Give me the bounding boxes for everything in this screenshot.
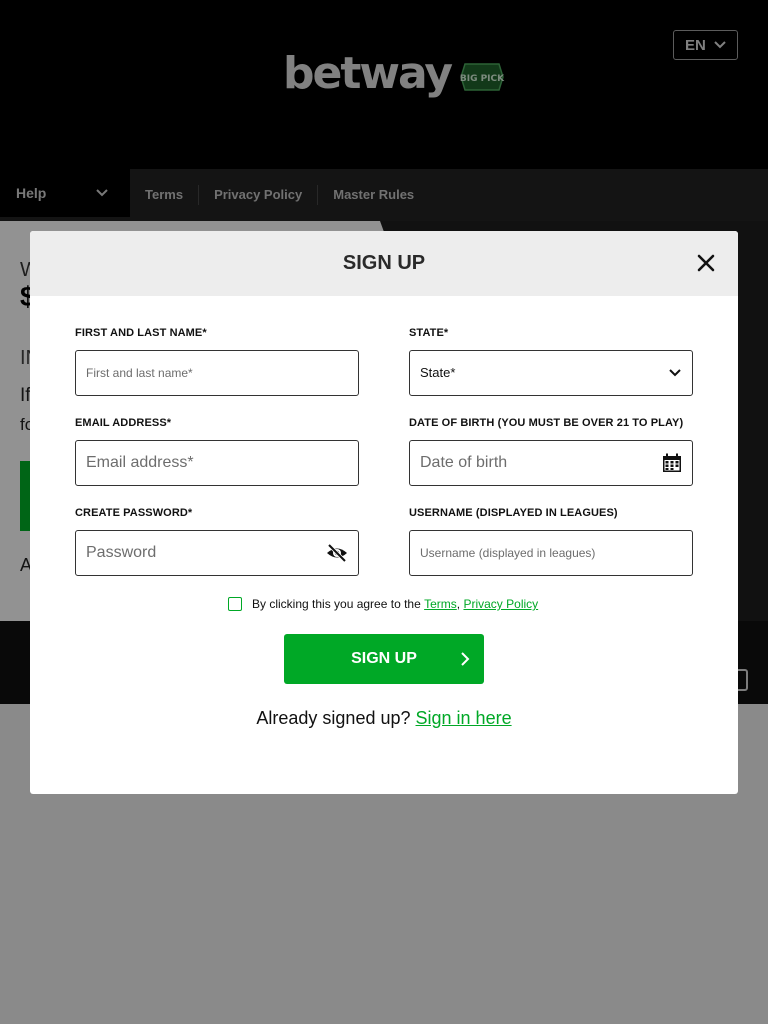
privacy-policy-link[interactable]: Privacy Policy (463, 597, 538, 611)
terms-separator: , (456, 597, 461, 611)
dob-field-wrapper (409, 440, 693, 486)
dob-label: DATE OF BIRTH (YOU MUST BE OVER 21 TO PL… (409, 417, 684, 429)
sign-up-button-label: SIGN UP (351, 650, 417, 667)
terms-agreement: By clicking this you agree to the Terms,… (228, 597, 538, 611)
sign-in-prompt-text: Already signed up? (256, 708, 411, 728)
signup-modal: SIGN UP FIRST AND LAST NAME* STATE* Stat… (30, 231, 738, 794)
name-field-wrapper (75, 350, 359, 396)
terms-link[interactable]: Terms (424, 597, 457, 611)
name-label: FIRST AND LAST NAME* (75, 327, 207, 339)
password-label: CREATE PASSWORD* (75, 507, 193, 519)
state-label: STATE* (409, 327, 449, 339)
sign-in-link[interactable]: Sign in here (416, 708, 512, 728)
name-input[interactable] (76, 351, 358, 395)
password-input[interactable] (76, 531, 358, 575)
password-field-wrapper (75, 530, 359, 576)
username-field-wrapper (409, 530, 693, 576)
close-button[interactable] (694, 251, 718, 275)
dob-input[interactable] (410, 441, 692, 485)
eye-off-icon[interactable] (326, 543, 348, 563)
email-input[interactable] (76, 441, 358, 485)
state-select-value: State* (420, 365, 456, 380)
username-input[interactable] (410, 531, 692, 575)
terms-agreement-text: By clicking this you agree to the (252, 597, 421, 611)
sign-up-button[interactable]: SIGN UP (284, 634, 484, 684)
username-label: USERNAME (DISPLAYED IN LEAGUES) (409, 507, 618, 519)
chevron-down-icon (669, 369, 681, 377)
close-icon (697, 254, 715, 272)
email-label: EMAIL ADDRESS* (75, 417, 172, 429)
chevron-right-icon (461, 652, 470, 666)
calendar-icon[interactable] (662, 453, 682, 473)
modal-header: SIGN UP (30, 231, 738, 296)
modal-title: SIGN UP (342, 252, 426, 274)
state-select[interactable]: State* (409, 350, 693, 396)
sign-in-prompt: Already signed up? Sign in here (30, 708, 738, 729)
terms-checkbox[interactable] (228, 597, 242, 611)
email-field-wrapper (75, 440, 359, 486)
